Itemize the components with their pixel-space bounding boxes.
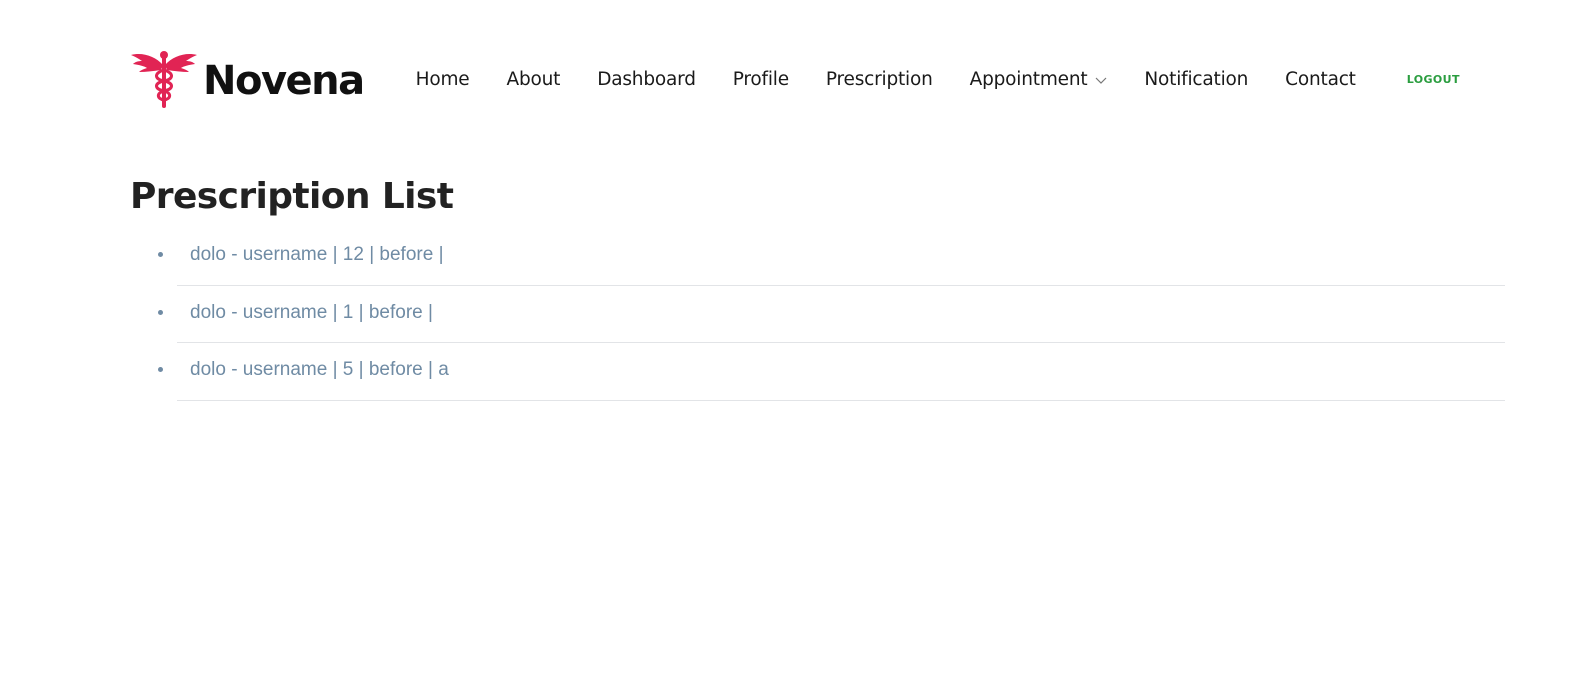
caduceus-icon	[131, 51, 197, 108]
nav-home[interactable]: Home	[416, 69, 470, 90]
logout-button[interactable]: LOGOUT	[1407, 73, 1460, 86]
navbar: Novena Home About Dashboard Profile Pres…	[130, 48, 1480, 110]
prescription-item: dolo - username | 12 | before |	[158, 228, 1505, 286]
page: Novena Home About Dashboard Profile Pres…	[0, 0, 1581, 678]
prescription-list: dolo - username | 12 | before | dolo - u…	[158, 228, 1505, 401]
nav-about[interactable]: About	[506, 69, 560, 90]
nav-appointment-label: Appointment	[969, 68, 1088, 90]
nav-notification[interactable]: Notification	[1144, 69, 1248, 90]
prescription-link[interactable]: dolo - username | 12 | before |	[190, 244, 444, 266]
bullet-icon	[158, 309, 163, 315]
nav-appointment-dropdown[interactable]: Appointment	[970, 69, 1108, 90]
prescription-link[interactable]: dolo - username | 1 | before |	[190, 302, 433, 324]
nav-prescription[interactable]: Prescription	[826, 69, 933, 90]
prescription-item: dolo - username | 1 | before |	[158, 286, 1505, 343]
nav-contact[interactable]: Contact	[1285, 69, 1356, 90]
nav-profile[interactable]: Profile	[733, 69, 789, 90]
prescription-link[interactable]: dolo - username | 5 | before | a	[190, 359, 449, 381]
brand-name: Novena	[203, 58, 365, 104]
brand-home-link[interactable]: Novena	[130, 48, 365, 110]
prescription-item: dolo - username | 5 | before | a	[158, 343, 1505, 401]
page-title: Prescription List	[130, 176, 454, 217]
bullet-icon	[158, 367, 163, 372]
main-content: Prescription List dolo - username | 12 |…	[130, 172, 1505, 401]
nav-dashboard[interactable]: Dashboard	[597, 69, 696, 90]
main-nav: Home About Dashboard Profile Prescriptio…	[416, 69, 1460, 90]
chevron-down-icon	[1095, 77, 1107, 84]
bullet-icon	[158, 252, 163, 257]
